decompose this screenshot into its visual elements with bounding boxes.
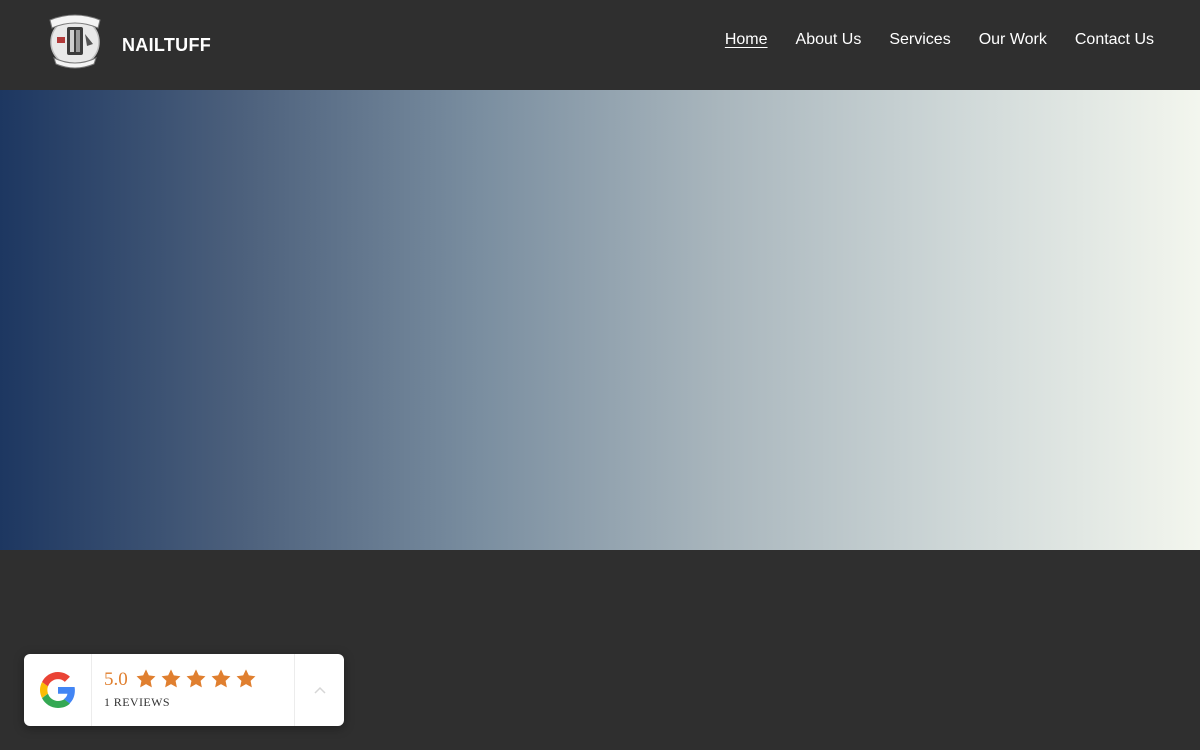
google-logo	[24, 654, 92, 726]
nav-our-work[interactable]: Our Work	[979, 31, 1047, 49]
main-nav: Home About Us Services Our Work Contact …	[725, 31, 1154, 49]
nav-services[interactable]: Services	[889, 31, 950, 49]
hero-banner	[0, 90, 1200, 550]
google-g-icon	[39, 672, 75, 708]
nailtuff-crest-icon[interactable]	[46, 10, 104, 70]
brand-name[interactable]: NAILTUFF	[122, 35, 211, 56]
site-header: NAILTUFF Home About Us Services Our Work…	[0, 0, 1200, 90]
google-review-widget[interactable]: 5.0 1 REVIEWS	[24, 654, 344, 726]
reviews-count: 1 REVIEWS	[104, 695, 170, 709]
nav-contact-us[interactable]: Contact Us	[1075, 31, 1154, 49]
star-rating	[134, 668, 258, 690]
review-toggle-button[interactable]	[294, 654, 344, 726]
star-icon	[161, 669, 181, 688]
star-icon	[186, 669, 206, 688]
nav-home[interactable]: Home	[725, 31, 768, 49]
rating-area: 5.0 1 REVIEWS	[92, 654, 294, 726]
chevron-up-icon	[313, 686, 326, 694]
nav-about-us[interactable]: About Us	[796, 31, 862, 49]
star-icon	[211, 669, 231, 688]
rating-score: 5.0	[104, 668, 128, 690]
star-icon	[136, 669, 156, 688]
star-icon	[236, 669, 256, 688]
rating-row: 5.0	[104, 668, 294, 690]
